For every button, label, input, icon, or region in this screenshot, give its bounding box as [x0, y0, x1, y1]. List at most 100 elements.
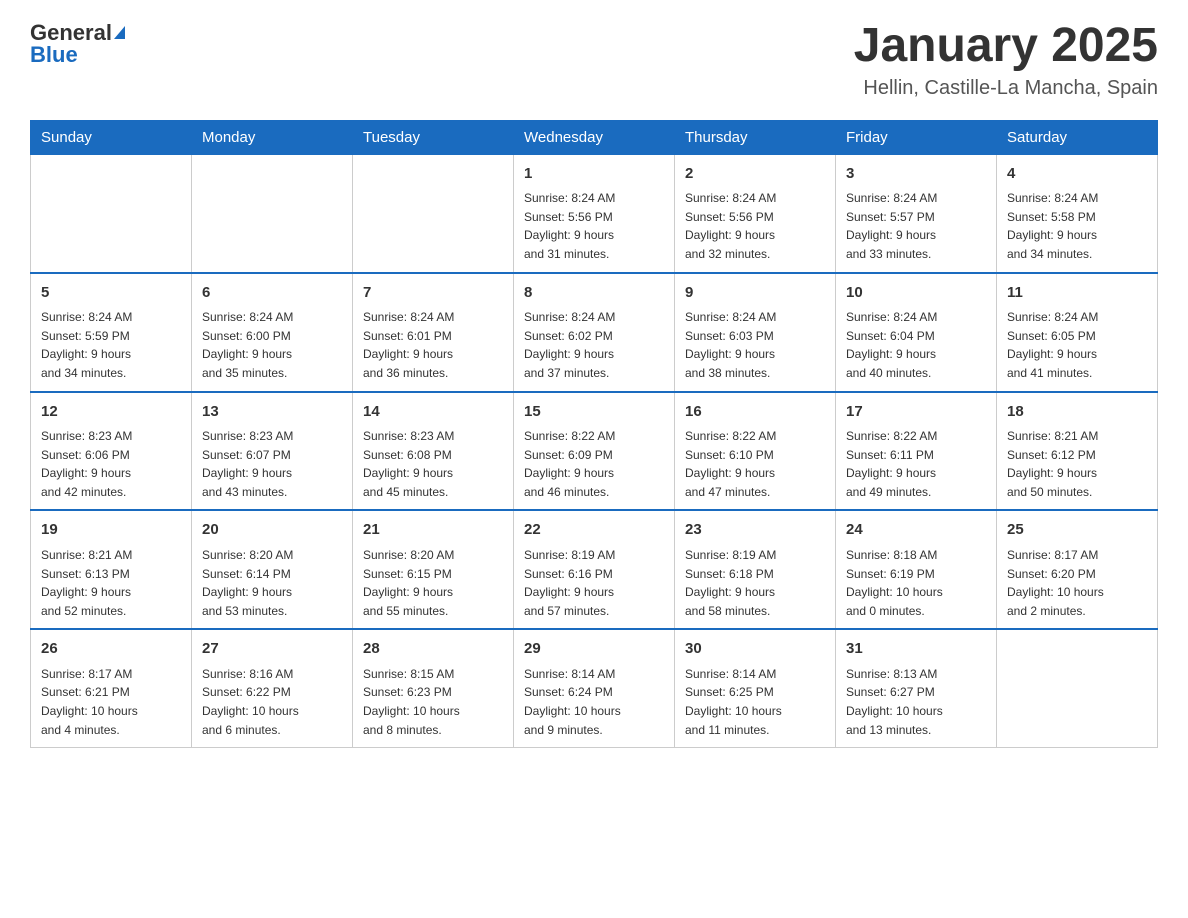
- day-number: 22: [524, 519, 664, 542]
- calendar-cell: 25Sunrise: 8:17 AM Sunset: 6:20 PM Dayli…: [997, 510, 1158, 629]
- day-info: Sunrise: 8:14 AM Sunset: 6:24 PM Dayligh…: [524, 665, 664, 739]
- day-number: 3: [846, 163, 986, 186]
- calendar-cell: 1Sunrise: 8:24 AM Sunset: 5:56 PM Daylig…: [514, 154, 675, 272]
- day-info: Sunrise: 8:14 AM Sunset: 6:25 PM Dayligh…: [685, 665, 825, 739]
- day-number: 27: [202, 638, 342, 661]
- page-header: General Blue January 2025 Hellin, Castil…: [30, 20, 1158, 100]
- calendar-cell: 12 Sunrise: 8:23 AM Sunset: 6:06 PM Dayli…: [31, 392, 192, 511]
- day-info: Sunrise: 8:24 AM Sunset: 5:57 PM Dayligh…: [846, 189, 986, 263]
- logo: General Blue: [30, 20, 125, 68]
- calendar-cell: 22Sunrise: 8:19 AM Sunset: 6:16 PM Dayli…: [514, 510, 675, 629]
- day-info: Sunrise: 8:19 AM Sunset: 6:18 PM Dayligh…: [685, 546, 825, 620]
- day-number: 26: [41, 638, 181, 661]
- calendar-cell: [31, 154, 192, 272]
- day-info: Sunrise: 8:21 AM Sunset: 6:12 PM Dayligh…: [1007, 427, 1147, 501]
- day-info: Sunrise: 8:21 AM Sunset: 6:13 PM Dayligh…: [41, 546, 181, 620]
- calendar-cell: 11 Sunrise: 8:24 AM Sunset: 6:05 PM Dayli…: [997, 273, 1158, 392]
- weekday-header-sunday: Sunday: [31, 120, 192, 154]
- day-number: 2: [685, 163, 825, 186]
- calendar-cell: 26Sunrise: 8:17 AM Sunset: 6:21 PM Dayli…: [31, 629, 192, 747]
- calendar-cell: 2 Sunrise: 8:24 AM Sunset: 5:56 PM Daylig…: [675, 154, 836, 272]
- day-info: Sunrise: 8:24 AM Sunset: 6:03 PM Dayligh…: [685, 308, 825, 382]
- calendar-header-row: SundayMondayTuesdayWednesdayThursdayFrid…: [31, 120, 1158, 154]
- day-info: Sunrise: 8:24 AM Sunset: 6:05 PM Dayligh…: [1007, 308, 1147, 382]
- day-info: Sunrise: 8:23 AM Sunset: 6:07 PM Dayligh…: [202, 427, 342, 501]
- day-number: 29: [524, 638, 664, 661]
- calendar-cell: 7 Sunrise: 8:24 AM Sunset: 6:01 PM Daylig…: [353, 273, 514, 392]
- day-number: 12: [41, 401, 181, 424]
- day-number: 4: [1007, 163, 1147, 186]
- day-number: 20: [202, 519, 342, 542]
- calendar-cell: 17 Sunrise: 8:22 AM Sunset: 6:11 PM Dayli…: [836, 392, 997, 511]
- day-info: Sunrise: 8:24 AM Sunset: 5:56 PM Dayligh…: [524, 189, 664, 263]
- page-title: January 2025: [854, 20, 1158, 73]
- day-number: 31: [846, 638, 986, 661]
- calendar-cell: 28Sunrise: 8:15 AM Sunset: 6:23 PM Dayli…: [353, 629, 514, 747]
- calendar-cell: 27 Sunrise: 8:16 AM Sunset: 6:22 PM Dayli…: [192, 629, 353, 747]
- day-info: Sunrise: 8:13 AM Sunset: 6:27 PM Dayligh…: [846, 665, 986, 739]
- weekday-header-saturday: Saturday: [997, 120, 1158, 154]
- day-number: 30: [685, 638, 825, 661]
- weekday-header-thursday: Thursday: [675, 120, 836, 154]
- day-info: Sunrise: 8:24 AM Sunset: 5:58 PM Dayligh…: [1007, 189, 1147, 263]
- day-number: 17: [846, 401, 986, 424]
- calendar-cell: 6 Sunrise: 8:24 AM Sunset: 6:00 PM Daylig…: [192, 273, 353, 392]
- calendar-cell: 31 Sunrise: 8:13 AM Sunset: 6:27 PM Dayli…: [836, 629, 997, 747]
- day-info: Sunrise: 8:23 AM Sunset: 6:06 PM Dayligh…: [41, 427, 181, 501]
- weekday-header-tuesday: Tuesday: [353, 120, 514, 154]
- day-number: 21: [363, 519, 503, 542]
- day-info: Sunrise: 8:24 AM Sunset: 5:56 PM Dayligh…: [685, 189, 825, 263]
- day-number: 8: [524, 282, 664, 305]
- logo-blue: Blue: [30, 42, 78, 68]
- calendar-cell: 24 Sunrise: 8:18 AM Sunset: 6:19 PM Dayli…: [836, 510, 997, 629]
- calendar-table: SundayMondayTuesdayWednesdayThursdayFrid…: [30, 120, 1158, 748]
- day-info: Sunrise: 8:24 AM Sunset: 6:02 PM Dayligh…: [524, 308, 664, 382]
- day-number: 23: [685, 519, 825, 542]
- day-info: Sunrise: 8:18 AM Sunset: 6:19 PM Dayligh…: [846, 546, 986, 620]
- calendar-cell: 29 Sunrise: 8:14 AM Sunset: 6:24 PM Dayli…: [514, 629, 675, 747]
- calendar-cell: 10 Sunrise: 8:24 AM Sunset: 6:04 PM Dayli…: [836, 273, 997, 392]
- calendar-cell: [192, 154, 353, 272]
- day-info: Sunrise: 8:22 AM Sunset: 6:11 PM Dayligh…: [846, 427, 986, 501]
- calendar-cell: 19Sunrise: 8:21 AM Sunset: 6:13 PM Dayli…: [31, 510, 192, 629]
- calendar-cell: 30 Sunrise: 8:14 AM Sunset: 6:25 PM Dayli…: [675, 629, 836, 747]
- calendar-cell: 9 Sunrise: 8:24 AM Sunset: 6:03 PM Daylig…: [675, 273, 836, 392]
- day-number: 24: [846, 519, 986, 542]
- calendar-week-row: 19Sunrise: 8:21 AM Sunset: 6:13 PM Dayli…: [31, 510, 1158, 629]
- calendar-week-row: 12 Sunrise: 8:23 AM Sunset: 6:06 PM Dayli…: [31, 392, 1158, 511]
- day-info: Sunrise: 8:24 AM Sunset: 6:01 PM Dayligh…: [363, 308, 503, 382]
- weekday-header-friday: Friday: [836, 120, 997, 154]
- day-number: 9: [685, 282, 825, 305]
- calendar-cell: 5Sunrise: 8:24 AM Sunset: 5:59 PM Daylig…: [31, 273, 192, 392]
- day-info: Sunrise: 8:22 AM Sunset: 6:09 PM Dayligh…: [524, 427, 664, 501]
- day-number: 7: [363, 282, 503, 305]
- calendar-cell: 13Sunrise: 8:23 AM Sunset: 6:07 PM Dayli…: [192, 392, 353, 511]
- calendar-cell: 15 Sunrise: 8:22 AM Sunset: 6:09 PM Dayli…: [514, 392, 675, 511]
- day-number: 6: [202, 282, 342, 305]
- calendar-cell: 3 Sunrise: 8:24 AM Sunset: 5:57 PM Daylig…: [836, 154, 997, 272]
- day-info: Sunrise: 8:16 AM Sunset: 6:22 PM Dayligh…: [202, 665, 342, 739]
- day-number: 15: [524, 401, 664, 424]
- calendar-cell: 23 Sunrise: 8:19 AM Sunset: 6:18 PM Dayli…: [675, 510, 836, 629]
- calendar-cell: [353, 154, 514, 272]
- day-number: 10: [846, 282, 986, 305]
- day-number: 16: [685, 401, 825, 424]
- day-info: Sunrise: 8:20 AM Sunset: 6:15 PM Dayligh…: [363, 546, 503, 620]
- day-info: Sunrise: 8:17 AM Sunset: 6:20 PM Dayligh…: [1007, 546, 1147, 620]
- calendar-cell: 20Sunrise: 8:20 AM Sunset: 6:14 PM Dayli…: [192, 510, 353, 629]
- calendar-cell: [997, 629, 1158, 747]
- day-info: Sunrise: 8:24 AM Sunset: 6:04 PM Dayligh…: [846, 308, 986, 382]
- calendar-cell: 18Sunrise: 8:21 AM Sunset: 6:12 PM Dayli…: [997, 392, 1158, 511]
- weekday-header-monday: Monday: [192, 120, 353, 154]
- calendar-cell: 16Sunrise: 8:22 AM Sunset: 6:10 PM Dayli…: [675, 392, 836, 511]
- title-block: January 2025 Hellin, Castille-La Mancha,…: [854, 20, 1158, 100]
- day-info: Sunrise: 8:15 AM Sunset: 6:23 PM Dayligh…: [363, 665, 503, 739]
- calendar-cell: 4 Sunrise: 8:24 AM Sunset: 5:58 PM Daylig…: [997, 154, 1158, 272]
- day-info: Sunrise: 8:23 AM Sunset: 6:08 PM Dayligh…: [363, 427, 503, 501]
- page-subtitle: Hellin, Castille-La Mancha, Spain: [854, 77, 1158, 100]
- day-number: 11: [1007, 282, 1147, 305]
- calendar-week-row: 1Sunrise: 8:24 AM Sunset: 5:56 PM Daylig…: [31, 154, 1158, 272]
- day-info: Sunrise: 8:24 AM Sunset: 6:00 PM Dayligh…: [202, 308, 342, 382]
- calendar-week-row: 26Sunrise: 8:17 AM Sunset: 6:21 PM Dayli…: [31, 629, 1158, 747]
- calendar-cell: 8 Sunrise: 8:24 AM Sunset: 6:02 PM Daylig…: [514, 273, 675, 392]
